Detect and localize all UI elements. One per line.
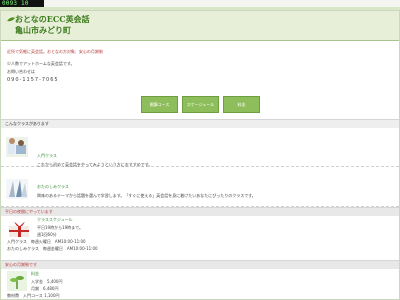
leaf-icon [7,17,15,22]
site-title[interactable]: おとなのECC英会話 [15,14,90,25]
gift-image [9,222,29,237]
course-intro-image [6,137,28,157]
section-header-classes: こんなクラスがあります [1,119,399,128]
contact-label: お問い合わせは [7,69,35,74]
course-fun-image [6,179,28,199]
fee-enrollment: 入学金 5,400円 [31,279,63,284]
schedule-line-4: おたのしみクラス 毎週金曜日 AM10:00-11:00 [7,246,98,251]
site-subtitle: 亀山市みどり町 [15,25,71,35]
phone-number[interactable]: 090-1157-7065 [7,77,59,83]
intro-text: 少人数でアットホームな英会話です。 [7,61,75,66]
site-header: おとなのECC英会話 亀山市みどり町 [1,11,399,41]
schedule-line-2: 週1回60分 [37,232,57,237]
page-container: おとなのECC英会話 亀山市みどり町 近所で気軽に英会話。おとなの方対象、安心の… [0,10,400,300]
course-title-intro[interactable]: 入門クラス [37,153,57,159]
nav-schedule-button[interactable]: スケージュール [182,96,219,113]
schedule-title[interactable]: クラススケジュール [37,217,73,223]
course-desc-fun: 興味のあるテーマから話題を選んで学習します。「すぐに使える」英会話を身に着けたい… [37,193,256,198]
fee-monthly: 月謝 6,480円 [31,286,59,291]
course-row-intro: 入門クラス これから初めて英会話をやってみようという方におすすめです。 [1,129,399,167]
schedule-line-1: 平日19時から19時まで。 [37,225,84,230]
nav-fees-button[interactable]: 料金 [223,96,260,113]
fee-materials: 教材費 入門コース 1,100円 [7,293,60,298]
course-title-fun[interactable]: おたのしみクラス [37,184,69,190]
nav-courses-button[interactable]: 開講コース [141,96,178,113]
section-header-fees: 安心の月謝制です [1,260,399,269]
section-header-weekday: 平日の夜間にやっています [1,207,399,216]
fees-title[interactable]: 料金 [31,271,39,277]
course-desc-intro: これから初めて英会話をやってみようという方におすすめです。 [37,162,153,167]
plant-image [7,271,27,291]
tagline: 近所で気軽に英会話。おとなの方対象、安心の月謝制 [7,49,103,54]
schedule-line-3: 入門クラス 毎週火曜日 AM10:00-11:00 [7,239,86,244]
course-row-fun: おたのしみクラス 興味のあるテーマから話題を選んで学習します。「すぐに使える」英… [1,169,399,207]
status-chip: 0093 10 [0,0,44,7]
